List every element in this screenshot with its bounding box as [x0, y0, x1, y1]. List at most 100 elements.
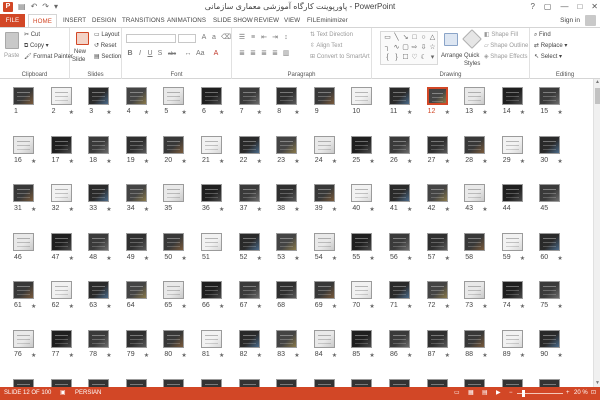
slide-thumbnail[interactable]	[238, 135, 260, 154]
animation-star-icon[interactable]: ★	[219, 109, 224, 116]
animation-star-icon[interactable]: ★	[106, 158, 111, 165]
close-button[interactable]: ✕	[591, 0, 598, 13]
animation-star-icon[interactable]: ★	[557, 352, 562, 359]
slide-thumbnail[interactable]	[163, 232, 185, 251]
shapes-gallery[interactable]: ▭ ╲ ↘ □ ○ △ ┐ ∿ ▢ ⇨ ⇩ ☆ {} ☐ ♡ ☾ ▾	[380, 31, 438, 65]
slide-thumbnail[interactable]	[276, 378, 298, 387]
slide-thumbnail[interactable]	[351, 135, 373, 154]
slide-thumbnail[interactable]	[464, 378, 486, 387]
animation-star-icon[interactable]: ★	[106, 303, 111, 310]
slide-thumbnail[interactable]	[201, 135, 222, 154]
slide-thumbnail[interactable]	[351, 184, 373, 203]
slide-thumbnail[interactable]	[163, 87, 185, 105]
animation-star-icon[interactable]: ★	[369, 303, 374, 310]
slide-thumbnail[interactable]	[501, 135, 523, 154]
sign-in-link[interactable]: Sign in	[560, 14, 580, 27]
shape-oval-icon[interactable]: ○	[419, 33, 428, 43]
new-slide-dropdown[interactable]: Slide	[72, 56, 85, 64]
shape-fill-button[interactable]: ◧ Shape Fill	[484, 31, 518, 39]
shape-down-arrow-icon[interactable]: ⇩	[419, 43, 428, 53]
slide-thumbnail[interactable]	[163, 378, 185, 387]
animation-star-icon[interactable]: ★	[144, 352, 149, 359]
slide-thumbnail[interactable]	[201, 281, 222, 300]
slide-thumbnail[interactable]	[201, 184, 222, 203]
slide-thumbnail[interactable]	[501, 184, 523, 203]
slide-thumbnail[interactable]	[313, 184, 335, 203]
animation-star-icon[interactable]: ★	[181, 303, 186, 310]
animation-star-icon[interactable]: ★	[219, 352, 224, 359]
animation-star-icon[interactable]: ★	[69, 158, 74, 165]
animation-star-icon[interactable]: ★	[520, 158, 525, 165]
animation-star-icon[interactable]: ★	[520, 303, 525, 310]
justify-icon[interactable]: ≣	[271, 50, 279, 58]
animation-star-icon[interactable]: ★	[31, 206, 36, 213]
slide-thumbnail[interactable]	[389, 378, 410, 387]
animation-star-icon[interactable]: ★	[482, 109, 487, 116]
animation-star-icon[interactable]: ★	[482, 352, 487, 359]
animation-star-icon[interactable]: ★	[520, 255, 525, 262]
slide-thumbnail[interactable]	[125, 281, 147, 300]
slide-thumbnail[interactable]	[50, 232, 72, 251]
shape-effects-button[interactable]: ◈ Shape Effects	[484, 53, 528, 61]
shape-triangle-icon[interactable]: △	[428, 33, 437, 43]
animation-star-icon[interactable]: ★	[369, 352, 374, 359]
cut-button[interactable]: ✂ Cut	[24, 31, 40, 39]
slide-thumbnail[interactable]	[351, 87, 373, 105]
help-icon[interactable]: ?	[530, 0, 534, 13]
shape-heart-icon[interactable]: ♡	[410, 53, 419, 63]
slide-thumbnail[interactable]	[276, 135, 298, 154]
slide-thumbnail[interactable]	[13, 135, 34, 154]
slide-thumbnail[interactable]	[125, 87, 147, 105]
fit-to-window-icon[interactable]: ⊡	[591, 387, 596, 400]
animation-star-icon[interactable]: ★	[557, 303, 562, 310]
animation-star-icon[interactable]: ★	[407, 158, 412, 165]
change-case-icon[interactable]: Aa	[196, 50, 205, 58]
convert-smartart-button[interactable]: ⊞ Convert to SmartArt	[310, 53, 370, 61]
slide-thumbnail[interactable]	[501, 281, 523, 300]
animation-star-icon[interactable]: ★	[106, 255, 111, 262]
font-size-combo[interactable]	[178, 34, 196, 43]
bold-button[interactable]: B	[126, 50, 134, 58]
slide-thumbnail[interactable]	[313, 281, 335, 300]
slide-thumbnail[interactable]	[88, 184, 110, 203]
slide-thumbnail[interactable]	[389, 87, 410, 105]
zoom-out-icon[interactable]: −	[509, 387, 513, 400]
slide-thumbnail[interactable]	[426, 232, 448, 251]
font-color-button[interactable]: A	[212, 50, 220, 58]
shape-curve-icon[interactable]: ∿	[392, 43, 401, 53]
slide-thumbnail[interactable]	[501, 378, 523, 387]
slide-thumbnail[interactable]	[501, 87, 523, 105]
animation-star-icon[interactable]: ★	[482, 158, 487, 165]
slide-thumbnail[interactable]	[163, 184, 185, 203]
align-text-button[interactable]: ⇳ Align Text	[310, 42, 342, 50]
animation-star-icon[interactable]: ★	[69, 109, 74, 116]
clear-formatting-icon[interactable]: ⌫	[221, 34, 231, 42]
shape-line-icon[interactable]: ╲	[392, 33, 401, 43]
slide-thumbnail[interactable]	[88, 232, 110, 251]
animation-star-icon[interactable]: ★	[445, 303, 450, 310]
animation-star-icon[interactable]: ★	[445, 109, 450, 116]
slide-thumbnail[interactable]	[13, 330, 34, 348]
slide-thumbnail[interactable]	[464, 330, 486, 348]
language-indicator[interactable]: PERSIAN	[75, 387, 101, 400]
animation-star-icon[interactable]: ★	[181, 352, 186, 359]
animation-star-icon[interactable]: ★	[31, 303, 36, 310]
slide-thumbnail[interactable]	[163, 135, 185, 154]
animation-star-icon[interactable]: ★	[294, 255, 299, 262]
animation-star-icon[interactable]: ★	[332, 255, 337, 262]
font-name-combo[interactable]	[126, 34, 176, 43]
tab-home[interactable]: HOME	[28, 14, 57, 28]
animation-star-icon[interactable]: ★	[69, 206, 74, 213]
slide-thumbnail[interactable]	[163, 281, 185, 300]
tab-design[interactable]: DESIGN	[92, 14, 116, 27]
shapes-more-icon[interactable]: ▾	[428, 53, 437, 63]
vertical-scrollbar[interactable]: ▲ ▼	[593, 79, 600, 387]
shadow-button[interactable]: S	[156, 50, 164, 58]
quick-styles-dropdown[interactable]: Styles	[464, 60, 480, 68]
slide-thumbnail[interactable]	[13, 232, 34, 251]
zoom-slider-knob[interactable]	[522, 390, 526, 397]
slide-show-view-icon[interactable]: ▶	[496, 387, 501, 400]
slide-thumbnail[interactable]	[13, 87, 34, 105]
section-button[interactable]: ▤ Section	[94, 53, 121, 61]
scroll-up-icon[interactable]: ▲	[594, 79, 600, 86]
